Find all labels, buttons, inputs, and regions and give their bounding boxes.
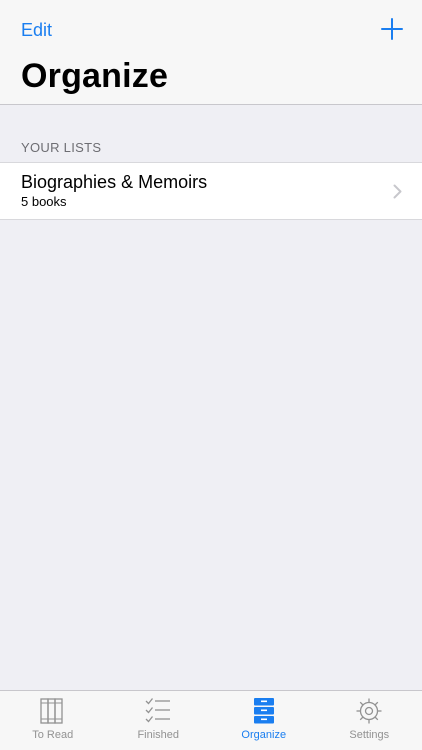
plus-icon[interactable]: [380, 17, 404, 41]
list-item[interactable]: Biographies & Memoirs 5 books: [0, 163, 422, 219]
navigation-bar: Edit Organize: [0, 0, 422, 105]
list-item-title: Biographies & Memoirs: [21, 172, 208, 192]
page-title: Organize: [21, 57, 169, 95]
section-header: YOUR LISTS: [21, 140, 102, 155]
tab-bar: To Read Finished Organize Settings: [0, 690, 422, 750]
list-item-count: 5 books: [21, 194, 67, 209]
tab-finished[interactable]: Finished: [106, 691, 212, 750]
tab-organize[interactable]: Organize: [211, 691, 317, 750]
lists-table: Biographies & Memoirs 5 books: [0, 162, 422, 220]
tab-label: To Read: [32, 729, 74, 741]
tab-label: Organize: [241, 729, 287, 741]
books-icon: [40, 698, 63, 724]
tab-label: Finished: [137, 729, 180, 741]
chevron-right-icon: [393, 184, 402, 199]
tab-settings[interactable]: Settings: [317, 691, 422, 750]
drawers-icon: [253, 698, 274, 724]
edit-button[interactable]: Edit: [21, 19, 52, 41]
gear-icon: [356, 698, 382, 724]
checklist-icon: [145, 698, 171, 723]
tab-to-read[interactable]: To Read: [0, 691, 106, 750]
tab-label: Settings: [349, 729, 390, 741]
